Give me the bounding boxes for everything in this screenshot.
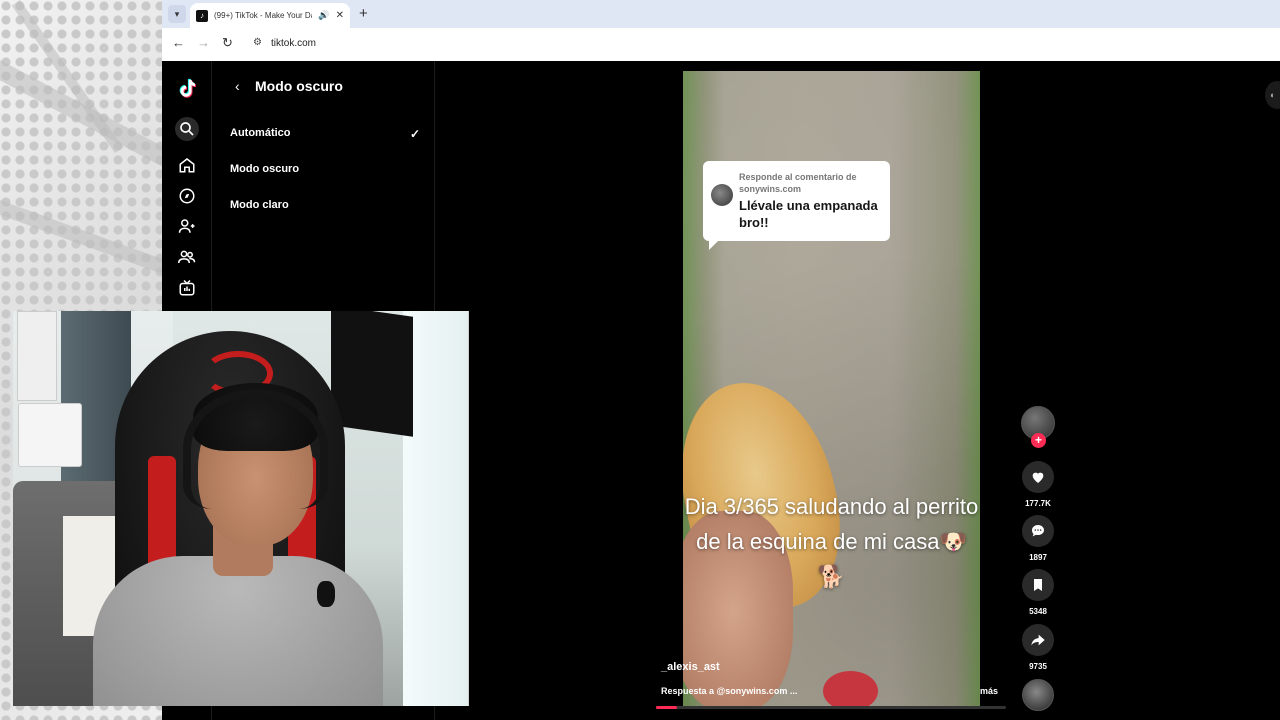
- follow-plus-icon[interactable]: +: [1031, 433, 1046, 448]
- share-button[interactable]: [1022, 624, 1054, 656]
- reload-icon[interactable]: ↻: [222, 35, 233, 51]
- video-author[interactable]: _alexis_ast: [661, 661, 720, 673]
- friends-icon[interactable]: [175, 245, 199, 269]
- save-button[interactable]: [1022, 569, 1054, 601]
- music-disc[interactable]: [1022, 679, 1054, 711]
- comment-button[interactable]: [1022, 515, 1054, 547]
- audio-icon[interactable]: 🔊: [318, 10, 329, 21]
- site-info-icon[interactable]: ⚙: [253, 37, 262, 48]
- live-icon[interactable]: [175, 276, 199, 300]
- close-tab-icon[interactable]: ✕: [336, 10, 344, 21]
- comment-icon: [1032, 525, 1044, 537]
- share-icon: [1031, 634, 1045, 646]
- video-player[interactable]: Responde al comentario de sonywins.com L…: [683, 71, 980, 709]
- heart-icon: [1032, 472, 1044, 483]
- tiktok-favicon-icon: ♪: [196, 9, 208, 22]
- comment-count: 1897: [1029, 553, 1047, 562]
- video-description: Respuesta a @sonywins.com ... más: [661, 686, 998, 696]
- tab-list-button[interactable]: ▾: [168, 5, 186, 23]
- webcam-overlay: [13, 311, 469, 706]
- theme-option-dark[interactable]: Modo oscuro: [230, 163, 420, 175]
- microphone: [317, 581, 335, 607]
- back-chevron-icon[interactable]: ‹: [235, 78, 240, 94]
- edge-button[interactable]: ◖: [1265, 81, 1280, 109]
- reply-text: Llévale una empanada bro!!: [739, 198, 878, 230]
- theme-option-automatic[interactable]: Automático ✓: [230, 127, 420, 141]
- home-icon[interactable]: [175, 153, 199, 177]
- search-icon[interactable]: [175, 117, 199, 141]
- theme-option-label: Modo claro: [230, 199, 289, 211]
- video-caption: Dia 3/365 saludando al perrito de la esq…: [684, 494, 979, 589]
- back-arrow-icon[interactable]: ←: [172, 35, 185, 50]
- headset: [183, 389, 328, 509]
- streamer-body: [93, 556, 383, 706]
- comment-reply-card: Responde al comentario de sonywins.com L…: [703, 161, 890, 250]
- theme-option-label: Modo oscuro: [230, 163, 300, 175]
- bookmark-icon: [1034, 579, 1042, 591]
- progress-fill: [656, 706, 677, 709]
- video-progress-bar[interactable]: [656, 706, 1006, 709]
- avatar: [711, 184, 733, 206]
- checkmark-icon: ✓: [409, 127, 420, 141]
- theme-option-light[interactable]: Modo claro: [230, 199, 420, 211]
- reply-meta: Responde al comentario de sonywins.com: [739, 172, 857, 194]
- panel-title: Modo oscuro: [255, 78, 343, 94]
- address-bar: ← → ↻ ⚙ tiktok.com: [162, 28, 1280, 61]
- forward-arrow-icon[interactable]: →: [197, 35, 210, 50]
- action-column: + 177.7K 1897 5348 9735: [1019, 61, 1059, 720]
- new-tab-button[interactable]: +: [359, 5, 368, 22]
- tab-bar: ▾ ♪ (99+) TikTok - Make Your Day 🔊 ✕ +: [162, 0, 1280, 28]
- browser-chrome: ▾ ♪ (99+) TikTok - Make Your Day 🔊 ✕ + ←…: [162, 0, 1280, 61]
- share-count: 9735: [1029, 662, 1047, 671]
- more-button[interactable]: más: [980, 686, 998, 696]
- tab-title: (99+) TikTok - Make Your Day: [214, 11, 313, 20]
- explore-icon[interactable]: [175, 184, 199, 208]
- theme-option-label: Automático: [230, 127, 291, 139]
- tiktok-logo-icon[interactable]: [176, 77, 198, 101]
- save-count: 5348: [1029, 607, 1047, 616]
- url-field[interactable]: tiktok.com: [271, 38, 316, 49]
- following-icon[interactable]: [175, 214, 199, 238]
- like-count: 177.7K: [1025, 499, 1051, 508]
- like-button[interactable]: [1022, 461, 1054, 493]
- description-text: Respuesta a @sonywins.com ...: [661, 686, 798, 696]
- browser-tab[interactable]: ♪ (99+) TikTok - Make Your Day 🔊 ✕: [190, 3, 350, 28]
